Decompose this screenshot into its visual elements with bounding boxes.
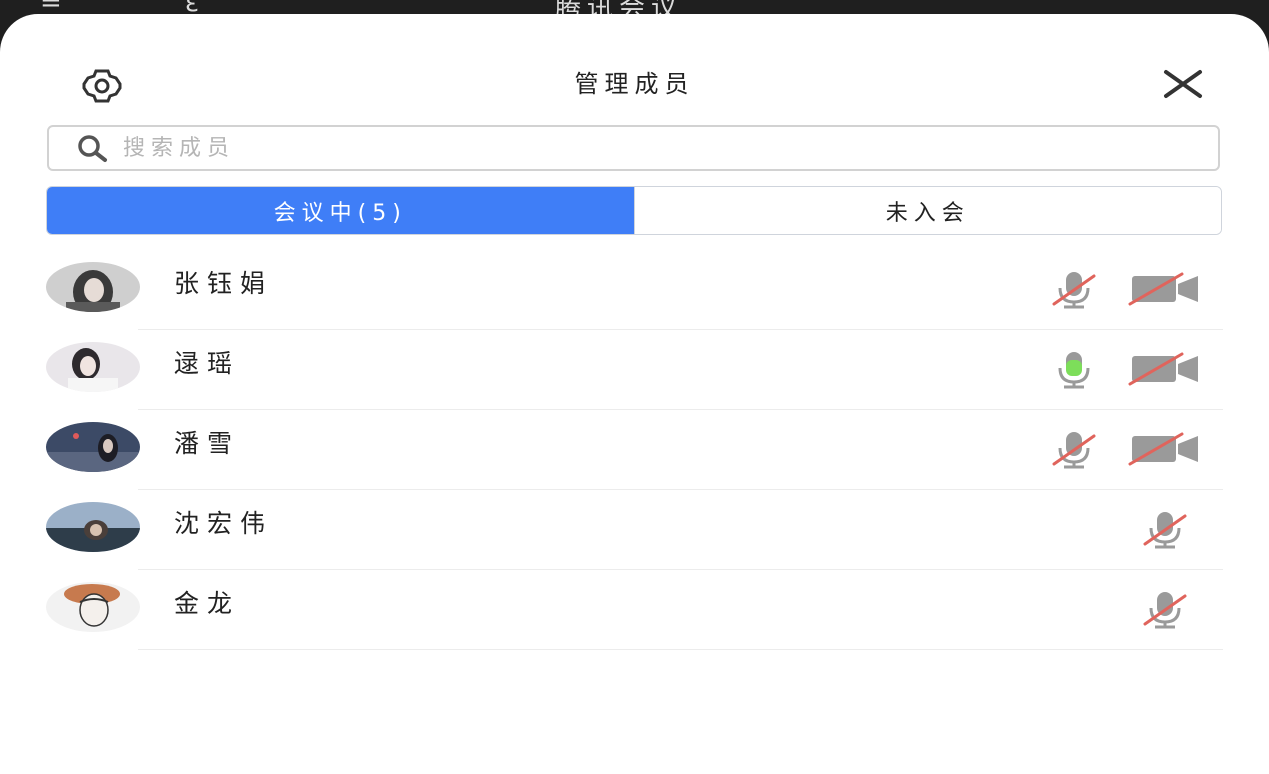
member-tabs: 会议中(5) 未入会: [46, 186, 1222, 235]
avatar: [46, 342, 140, 392]
mic-muted-icon[interactable]: [1141, 510, 1189, 550]
manage-members-sheet: 管理成员 会议中(5) 未入会 张钰娟: [0, 14, 1269, 774]
close-icon[interactable]: [1158, 58, 1208, 108]
member-name: 张钰娟: [174, 269, 274, 298]
list-item[interactable]: 潘雪: [0, 410, 1269, 490]
mic-muted-icon[interactable]: [1050, 270, 1098, 310]
list-item[interactable]: 张钰娟: [0, 250, 1269, 330]
search-input[interactable]: [121, 134, 1125, 162]
member-name: 沈宏伟: [174, 509, 274, 538]
camera-off-icon[interactable]: [1128, 272, 1202, 306]
tab-not-joined[interactable]: 未入会: [633, 187, 1221, 234]
list-item[interactable]: 逯瑶: [0, 330, 1269, 410]
list-item[interactable]: 金龙: [0, 570, 1269, 650]
member-list: 张钰娟 逯瑶 潘雪 沈宏伟 金龙: [0, 250, 1269, 650]
camera-off-icon[interactable]: [1128, 432, 1202, 466]
member-name: 潘雪: [174, 429, 241, 458]
mic-muted-icon[interactable]: [1050, 430, 1098, 470]
member-name: 逯瑶: [174, 349, 241, 378]
row-divider: [138, 649, 1223, 650]
avatar: [46, 262, 140, 312]
tab-in-meeting[interactable]: 会议中(5): [47, 187, 634, 234]
avatar: [46, 422, 140, 472]
mic-active-icon[interactable]: [1050, 350, 1098, 390]
member-name: 金龙: [174, 589, 241, 618]
avatar: [46, 582, 140, 632]
mic-muted-icon[interactable]: [1141, 590, 1189, 630]
list-item[interactable]: 沈宏伟: [0, 490, 1269, 570]
page-title: 管理成员: [574, 70, 695, 98]
avatar: [46, 502, 140, 552]
camera-off-icon[interactable]: [1128, 352, 1202, 386]
search-box[interactable]: [47, 125, 1220, 171]
search-icon: [78, 135, 107, 162]
